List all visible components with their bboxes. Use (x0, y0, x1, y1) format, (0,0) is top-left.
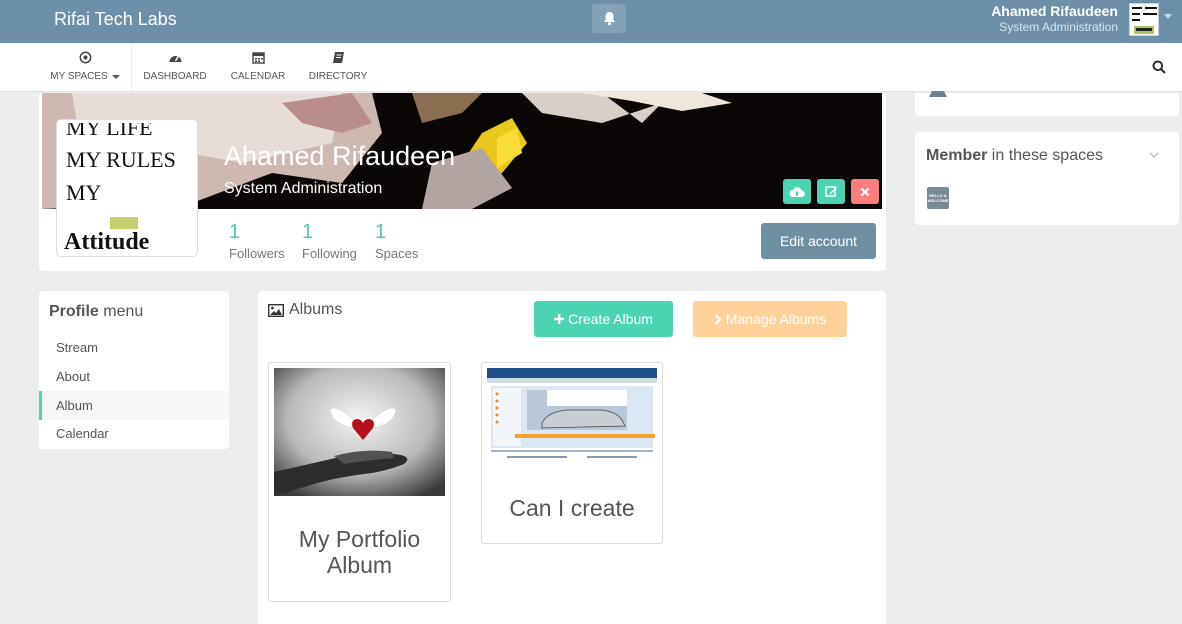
user-name[interactable]: Ahamed Rifaudeen (991, 3, 1118, 19)
profile-card: Ahamed Rifaudeen System Administration M… (39, 93, 886, 271)
nav-bar: MY SPACES DASHBOARD CALENDAR DIRECTORY (0, 43, 1182, 92)
brand-name[interactable]: Rifai Tech Labs (54, 9, 177, 30)
nav-dashboard-label: DASHBOARD (143, 71, 207, 82)
bell-icon (603, 12, 615, 26)
manage-albums-label: Manage Albums (725, 311, 827, 327)
right-panel-top (915, 91, 1179, 116)
album-name[interactable]: Can I create (482, 495, 662, 521)
create-album-label: Create Album (568, 311, 653, 327)
top-bar: Rifai Tech Labs Ahamed Rifaudeen System … (0, 0, 1182, 43)
nav-my-spaces[interactable]: MY SPACES (50, 43, 120, 92)
image-icon (268, 303, 284, 317)
user-avatar[interactable] (1129, 3, 1159, 36)
stat-following-label: Following (302, 246, 357, 261)
nav-directory[interactable]: DIRECTORY (306, 43, 370, 92)
chevron-down-icon (111, 74, 120, 79)
stat-spaces-label: Spaces (375, 246, 419, 261)
albums-title: Albums (289, 301, 343, 318)
profile-avatar[interactable]: MY LIFE MY RULES MY Attitude (57, 120, 197, 256)
member-spaces-title-rest: in these spaces (987, 147, 1103, 164)
avatar-text-line-1: MY LIFE (66, 123, 153, 140)
nav-dashboard[interactable]: DASHBOARD (142, 43, 208, 92)
avatar-text-line-2: MY RULES (66, 147, 176, 172)
member-spaces-title-bold: Member (926, 147, 988, 164)
upload-banner-button[interactable] (783, 179, 811, 204)
nav-my-spaces-label: MY SPACES (50, 71, 108, 82)
member-spaces-title: Member in these spaces (926, 147, 1103, 165)
user-role: System Administration (999, 20, 1118, 34)
avatar-text-line-3: MY (66, 180, 102, 205)
album-name[interactable]: My Portfolio Album (269, 526, 450, 578)
user-icon (929, 91, 947, 97)
book-icon (332, 52, 344, 63)
search-button[interactable] (1152, 60, 1166, 79)
profile-role: System Administration (224, 180, 383, 197)
album-thumbnail[interactable] (274, 368, 445, 496)
edit-banner-button[interactable] (817, 179, 845, 204)
manage-albums-button[interactable]: Manage Albums (693, 301, 847, 337)
user-menu-caret[interactable] (1164, 14, 1172, 19)
stat-spaces-value: 1 (375, 221, 387, 243)
profile-menu-title: Profile menu (49, 303, 143, 321)
album-card[interactable]: Can I create (481, 362, 663, 544)
space-avatar[interactable]: HELLO & WELCOME (927, 187, 949, 209)
plus-icon (554, 314, 565, 324)
album-thumbnail[interactable] (487, 368, 657, 466)
album-card[interactable]: My Portfolio Album (268, 362, 451, 602)
calendar-icon (251, 52, 265, 64)
avatar-image: MY LIFE MY RULES MY Attitude (60, 123, 194, 253)
edit-account-button[interactable]: Edit account (761, 223, 876, 259)
stat-followers-value: 1 (229, 221, 241, 243)
edit-icon (824, 186, 837, 197)
chevron-right-icon (714, 313, 722, 325)
profile-menu-item-stream[interactable]: Stream (39, 333, 229, 362)
stat-following-value: 1 (302, 221, 314, 243)
search-icon (1152, 60, 1166, 74)
profile-name: Ahamed Rifaudeen (224, 141, 456, 171)
nav-calendar-label: CALENDAR (230, 71, 286, 82)
albums-header: Albums (268, 301, 342, 319)
profile-menu-title-rest: menu (98, 303, 144, 320)
stat-followers-label: Followers (229, 246, 285, 261)
nav-directory-label: DIRECTORY (308, 71, 368, 82)
albums-panel: Albums Create Album Manage Albums My Por… (258, 291, 886, 624)
member-spaces-panel: Member in these spaces HELLO & WELCOME (915, 132, 1179, 225)
profile-menu-title-bold: Profile (49, 303, 99, 320)
stat-followers[interactable]: 1 Followers (229, 221, 285, 261)
stat-spaces[interactable]: 1 Spaces (375, 221, 418, 261)
avatar-image (1130, 4, 1158, 35)
profile-menu-item-about[interactable]: About (39, 362, 229, 391)
chevron-down-icon[interactable] (1149, 148, 1159, 162)
dashboard-icon (169, 55, 181, 62)
stat-following[interactable]: 1 Following (302, 221, 357, 261)
delete-banner-button[interactable] (851, 179, 879, 204)
nav-calendar[interactable]: CALENDAR (228, 43, 288, 92)
profile-menu-item-calendar[interactable]: Calendar (39, 419, 229, 448)
nav-divider (131, 43, 132, 92)
avatar-text-line-4: Attitude (64, 229, 150, 253)
profile-menu-item-album[interactable]: Album (39, 391, 229, 420)
create-album-button[interactable]: Create Album (534, 301, 673, 337)
notifications-button[interactable] (592, 4, 626, 33)
cloud-upload-icon (789, 186, 805, 197)
profile-menu: Profile menu Stream About Album Calendar (39, 291, 229, 449)
target-icon (79, 51, 91, 64)
close-icon (860, 187, 870, 196)
